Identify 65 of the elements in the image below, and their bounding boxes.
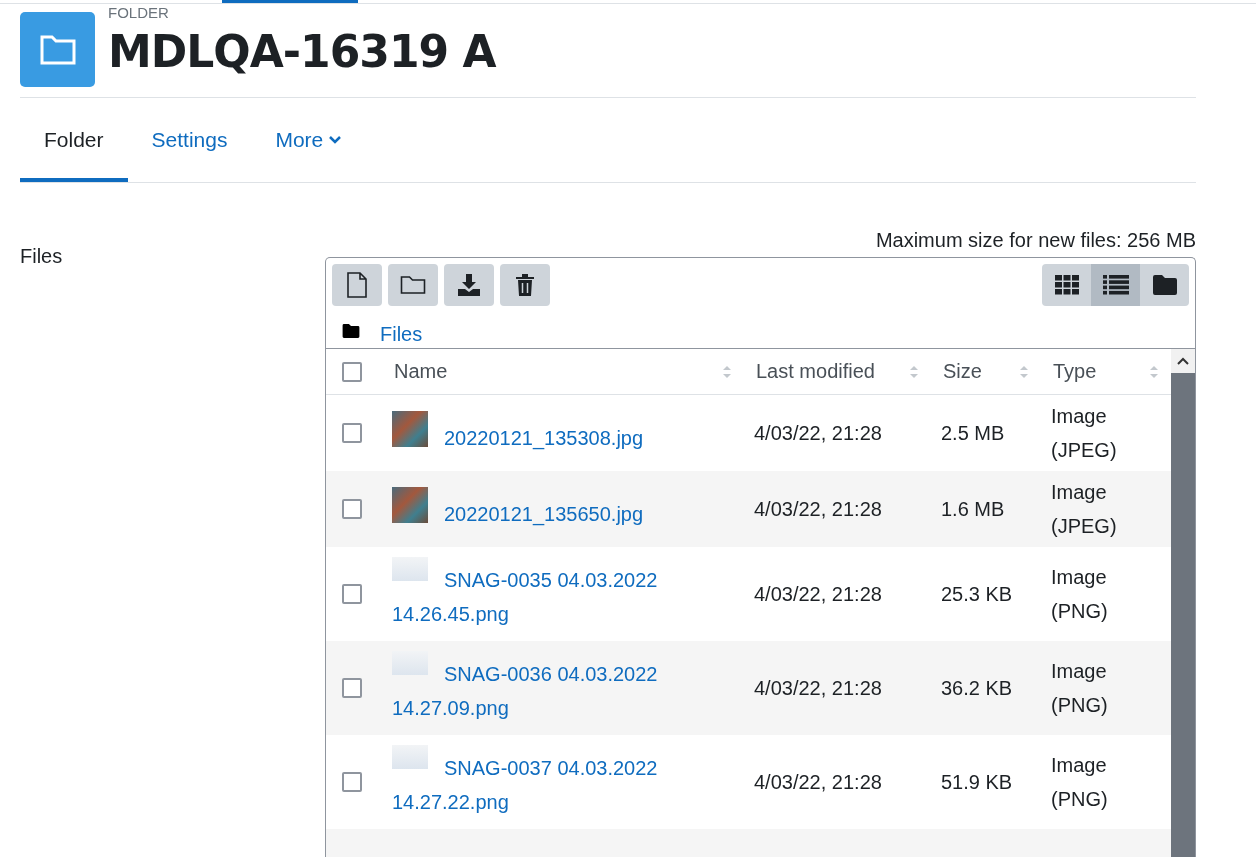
thumbnail-placeholder — [392, 745, 428, 769]
chevron-up-icon — [1177, 357, 1189, 365]
view-toggle-button[interactable] — [1140, 264, 1189, 306]
file-name-link[interactable]: 20220121_135308.jpg — [382, 401, 744, 465]
folder-icon — [1152, 275, 1177, 295]
thumbnail-placeholder — [392, 651, 428, 675]
nav-tab[interactable]: Folder — [20, 98, 128, 182]
table-cell-text: 4/03/22, 21:28 — [753, 582, 883, 607]
column-header[interactable]: Type — [1041, 349, 1171, 394]
row-checkbox[interactable] — [342, 423, 362, 443]
folder-icon — [20, 12, 95, 87]
grid-icon — [1054, 275, 1079, 295]
file-name-link[interactable]: SNAG-0035 04.03.2022 14.26.45.png — [382, 547, 744, 641]
nav-tab[interactable]: Settings — [127, 98, 252, 182]
thumbnail-placeholder — [392, 411, 428, 447]
table-cell-text: 4/03/22, 21:28 — [753, 676, 883, 701]
folder-icon — [400, 275, 426, 295]
table-cell-text: Image (PNG) — [1050, 659, 1109, 718]
breadcrumb-link[interactable]: Files — [380, 322, 423, 346]
row-checkbox[interactable] — [342, 584, 362, 604]
column-header[interactable]: Size — [931, 349, 1041, 394]
table-cell-text: 36.2 KB — [940, 676, 1014, 701]
table-cell-text: 51.9 KB — [940, 770, 1014, 795]
sort-icon — [722, 363, 732, 380]
table-cell-text: 4/03/22, 21:28 — [753, 770, 883, 795]
download-icon — [457, 273, 481, 297]
page-title: MDLQA-16319 A — [108, 26, 496, 78]
nav-tab[interactable]: More — [251, 98, 366, 182]
view-toggle-button[interactable] — [1091, 264, 1140, 306]
file-name-link[interactable]: SNAG-0036 04.03.2022 14.27.09.png — [382, 641, 744, 735]
select-all-checkbox[interactable] — [342, 361, 362, 382]
table-cell-text: 4/03/22, 21:28 — [753, 421, 883, 446]
table-cell-text: 2.5 MB — [940, 421, 1006, 446]
row-checkbox[interactable] — [342, 678, 362, 698]
file-icon — [346, 272, 368, 298]
column-header[interactable]: Last modified — [744, 349, 931, 394]
table-cell-text: 4/03/22, 21:28 — [753, 497, 883, 522]
table-cell-text: Image (JPEG) — [1050, 480, 1118, 539]
max-size-note: Maximum size for new files: 256 MB — [875, 229, 1196, 252]
thumbnail-placeholder — [392, 487, 428, 523]
scrollbar[interactable] — [1171, 349, 1195, 857]
sort-icon — [1149, 363, 1159, 380]
download-button[interactable] — [444, 264, 494, 306]
activity-type-label: FOLDER — [108, 4, 169, 22]
row-checkbox[interactable] — [342, 499, 362, 519]
add-file-button[interactable] — [332, 264, 382, 306]
file-name-link[interactable]: 20220121_135650.jpg — [382, 477, 744, 541]
view-toggle-button[interactable] — [1042, 264, 1091, 306]
column-header[interactable]: Name — [382, 349, 744, 394]
row-checkbox[interactable] — [342, 772, 362, 792]
trash-icon — [515, 274, 535, 296]
delete-button[interactable] — [500, 264, 550, 306]
sort-icon — [909, 363, 919, 380]
table-cell-text: 1.6 MB — [940, 497, 1006, 522]
table-cell-text: 25.3 KB — [940, 582, 1014, 607]
table-cell-text: Image (PNG) — [1050, 753, 1109, 812]
field-label: Files — [20, 244, 64, 268]
thumbnail-placeholder — [392, 557, 428, 581]
sort-icon — [1019, 363, 1029, 380]
file-name-link[interactable]: SNAG-0037 04.03.2022 14.27.22.png — [382, 735, 744, 829]
create-folder-button[interactable] — [388, 264, 438, 306]
list-icon — [1102, 275, 1129, 295]
table-cell-text: Image (PNG) — [1050, 565, 1109, 624]
folder-icon — [342, 324, 360, 338]
table-cell-text: Image (JPEG) — [1050, 404, 1118, 463]
